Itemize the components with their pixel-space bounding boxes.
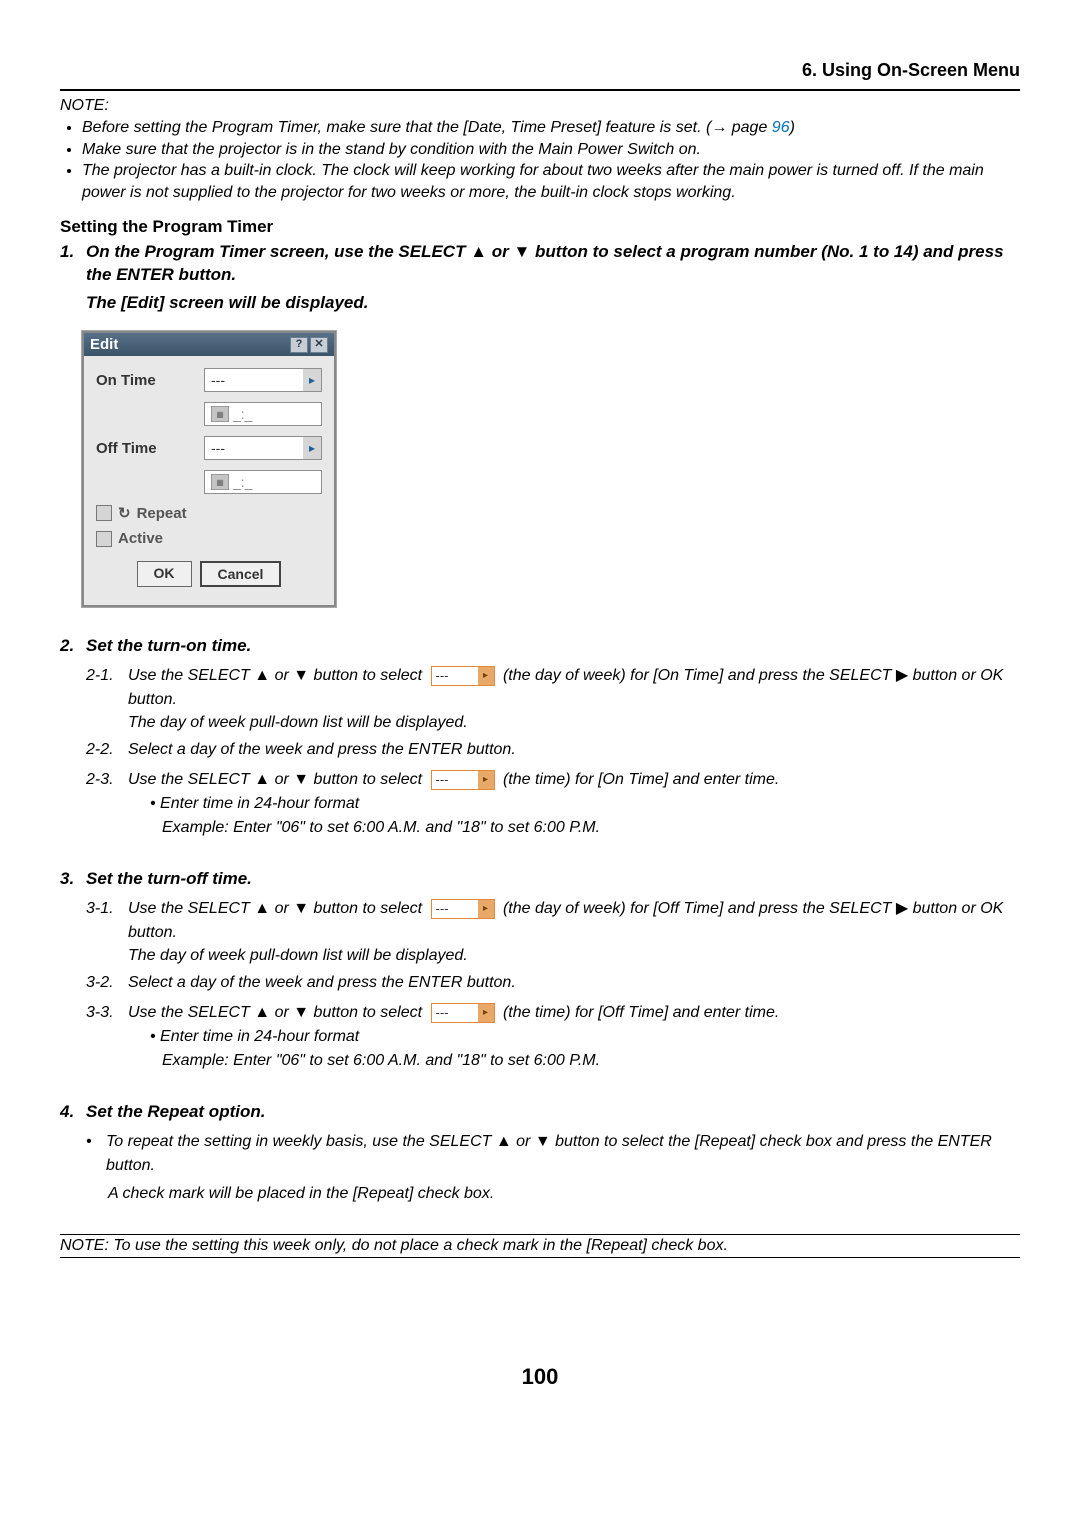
repeat-icon: ↻	[118, 504, 131, 522]
right-triangle-icon: ▶	[896, 900, 908, 917]
up-triangle-icon: ▲	[254, 1004, 270, 1021]
repeat-label: Repeat	[137, 505, 187, 522]
dropdown-arrow-icon[interactable]: ▸	[303, 369, 321, 391]
ok-button[interactable]: OK	[137, 561, 192, 587]
section-title: Setting the Program Timer	[60, 217, 1020, 237]
step-2-3: 2-3. Use the SELECT ▲ or ▼ button to sel…	[86, 768, 1020, 792]
step-4: 4. Set the Repeat option.	[60, 1101, 1020, 1124]
page-number: 100	[0, 1364, 1080, 1390]
bottom-note: NOTE: To use the setting this week only,…	[60, 1235, 1020, 1257]
up-triangle-icon: ▲	[254, 667, 270, 684]
note-rule-bottom	[60, 1257, 1020, 1258]
inline-time-field-icon: ---▸	[431, 770, 495, 790]
step-4-follow: A check mark will be placed in the [Repe…	[108, 1182, 1020, 1206]
step-3-1-follow: The day of week pull-down list will be d…	[128, 947, 1020, 965]
on-time-label: On Time	[96, 372, 204, 389]
active-label: Active	[118, 530, 163, 547]
down-triangle-icon: ▼	[293, 667, 309, 684]
down-triangle-icon: ▼	[293, 771, 309, 788]
up-triangle-icon: ▲	[496, 1133, 512, 1150]
dialog-titlebar: Edit ? ✕	[84, 333, 334, 356]
calendar-icon: ▦	[211, 474, 229, 490]
right-triangle-icon: ▶	[896, 667, 908, 684]
help-icon[interactable]: ?	[290, 337, 308, 353]
note-item-1: Before setting the Program Timer, make s…	[82, 117, 1020, 139]
dropdown-arrow-icon[interactable]: ▸	[303, 437, 321, 459]
step-2-bullet-1: • Enter time in 24-hour format	[150, 792, 1020, 816]
step-3-2: 3-2. Select a day of the week and press …	[86, 971, 1020, 995]
section-header: 6. Using On-Screen Menu	[60, 60, 1020, 89]
inline-time-field-icon: ---▸	[431, 1003, 495, 1023]
repeat-checkbox[interactable]	[96, 505, 112, 521]
dialog-title: Edit	[90, 336, 118, 353]
step-3-bullet-1: • Enter time in 24-hour format	[150, 1025, 1020, 1049]
header-rule	[60, 89, 1020, 91]
note-list: Before setting the Program Timer, make s…	[60, 117, 1020, 203]
up-triangle-icon: ▲	[470, 242, 487, 261]
up-triangle-icon: ▲	[254, 900, 270, 917]
off-time-time-field[interactable]: ▦ _:_	[204, 470, 322, 494]
step-2-1-follow: The day of week pull-down list will be d…	[128, 714, 1020, 732]
step-3-1: 3-1. Use the SELECT ▲ or ▼ button to sel…	[86, 897, 1020, 945]
note-label: NOTE:	[60, 97, 1020, 115]
step-4-bullet: • To repeat the setting in weekly basis,…	[86, 1130, 1020, 1178]
step-1-follow: The [Edit] screen will be displayed.	[86, 293, 1020, 313]
step-2-bullet-2: Example: Enter "06" to set 6:00 A.M. and…	[162, 816, 1020, 840]
step-3-3: 3-3. Use the SELECT ▲ or ▼ button to sel…	[86, 1001, 1020, 1025]
step-2: 2. Set the turn-on time.	[60, 635, 1020, 658]
edit-dialog: Edit ? ✕ On Time --- ▸ ▦ _:_	[82, 331, 336, 607]
on-time-day-field[interactable]: --- ▸	[204, 368, 322, 392]
down-triangle-icon: ▼	[513, 242, 530, 261]
active-checkbox[interactable]	[96, 531, 112, 547]
step-2-2: 2-2. Select a day of the week and press …	[86, 738, 1020, 762]
down-triangle-icon: ▼	[535, 1133, 551, 1150]
cancel-button[interactable]: Cancel	[200, 561, 282, 587]
down-triangle-icon: ▼	[293, 900, 309, 917]
up-triangle-icon: ▲	[254, 771, 270, 788]
inline-day-field-icon: ---▸	[431, 899, 495, 919]
page-link: 96	[772, 119, 790, 136]
step-2-1: 2-1. Use the SELECT ▲ or ▼ button to sel…	[86, 664, 1020, 712]
note-item-3: The projector has a built-in clock. The …	[82, 160, 1020, 203]
note-item-2: Make sure that the projector is in the s…	[82, 139, 1020, 161]
calendar-icon: ▦	[211, 406, 229, 422]
down-triangle-icon: ▼	[293, 1004, 309, 1021]
off-time-label: Off Time	[96, 440, 204, 457]
off-time-day-field[interactable]: --- ▸	[204, 436, 322, 460]
on-time-time-field[interactable]: ▦ _:_	[204, 402, 322, 426]
step-3: 3. Set the turn-off time.	[60, 868, 1020, 891]
step-1: 1. On the Program Timer screen, use the …	[60, 241, 1020, 287]
inline-day-field-icon: ---▸	[431, 666, 495, 686]
step-3-bullet-2: Example: Enter "06" to set 6:00 A.M. and…	[162, 1049, 1020, 1073]
close-icon[interactable]: ✕	[310, 337, 328, 353]
